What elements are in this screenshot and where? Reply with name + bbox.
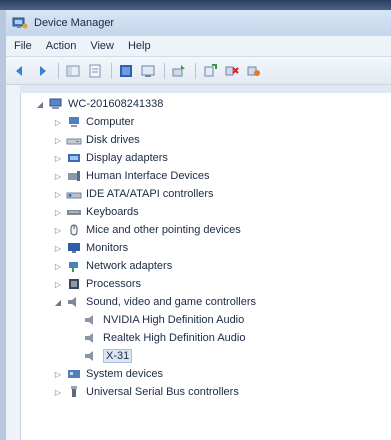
expand-arrow-icon[interactable]: ▷	[53, 261, 63, 271]
tree-item-mice[interactable]: ▷ Mice and other pointing devices	[53, 221, 241, 239]
menu-action[interactable]: Action	[39, 40, 84, 52]
tree-item-sound-video-game[interactable]: ◢ Sound, video and game controllers	[53, 293, 256, 311]
tree-root[interactable]: ◢ WC-201608241338	[35, 95, 163, 113]
usb-icon	[66, 385, 82, 399]
hid-icon	[66, 169, 82, 183]
left-pane-edge	[6, 85, 20, 440]
scan-hardware-icon[interactable]	[202, 63, 218, 79]
processor-icon	[66, 277, 82, 291]
expand-arrow-icon[interactable]: ▷	[53, 117, 63, 127]
tree-item-usb-controllers[interactable]: ▷ Universal Serial Bus controllers	[53, 383, 239, 401]
expand-arrow-icon[interactable]: ▷	[53, 387, 63, 397]
computer-icon	[66, 115, 82, 129]
menu-file[interactable]: File	[6, 40, 39, 52]
tree-item-processors[interactable]: ▷ Processors	[53, 275, 141, 293]
tree-item-ide-controllers[interactable]: ▷ IDE ATA/ATAPI controllers	[53, 185, 214, 203]
toolbar	[6, 57, 391, 85]
window-title: Device Manager	[34, 17, 115, 29]
root-computer-name: WC-201608241338	[68, 98, 164, 110]
update-driver-icon[interactable]	[171, 63, 187, 79]
title-bar: Device Manager	[6, 10, 391, 36]
tree-child-realtek-audio[interactable]: Realtek High Definition Audio	[83, 329, 245, 347]
scan-icon[interactable]	[140, 63, 156, 79]
tree-item-hid[interactable]: ▷ Human Interface Devices	[53, 167, 210, 185]
computer-root-icon	[48, 97, 64, 111]
expand-arrow-icon[interactable]: ▷	[53, 369, 63, 379]
toolbar-separator	[58, 62, 59, 79]
mouse-icon	[66, 223, 82, 237]
tree-item-computer[interactable]: ▷ Computer	[53, 113, 134, 131]
menu-view[interactable]: View	[83, 40, 121, 52]
expand-arrow-icon[interactable]: ▷	[53, 189, 63, 199]
desktop-strip	[0, 0, 391, 10]
expand-arrow-icon[interactable]: ▷	[53, 279, 63, 289]
keyboard-icon	[66, 205, 82, 219]
tree-item-monitors[interactable]: ▷ Monitors	[53, 239, 128, 257]
sound-icon	[66, 295, 82, 309]
disable-icon[interactable]	[246, 63, 262, 79]
back-icon[interactable]	[12, 63, 28, 79]
expand-arrow-icon[interactable]: ▷	[53, 243, 63, 253]
uninstall-icon[interactable]	[224, 63, 240, 79]
menu-help[interactable]: Help	[121, 40, 158, 52]
menu-bar: File Action View Help	[6, 36, 391, 57]
tree-item-network-adapters[interactable]: ▷ Network adapters	[53, 257, 172, 275]
toolbar-separator	[195, 62, 196, 79]
monitor-icon	[66, 241, 82, 255]
expand-arrow-icon[interactable]: ▷	[53, 153, 63, 163]
expand-arrow-icon[interactable]: ▷	[53, 171, 63, 181]
tree-item-keyboards[interactable]: ▷ Keyboards	[53, 203, 139, 221]
audio-device-icon	[83, 313, 99, 327]
ide-controller-icon	[66, 187, 82, 201]
show-hide-icon[interactable]	[65, 63, 81, 79]
tree-child-x31[interactable]: X-31	[83, 347, 133, 365]
display-adapter-icon	[66, 151, 82, 165]
tree-child-nvidia-audio[interactable]: NVIDIA High Definition Audio	[83, 311, 244, 329]
collapse-arrow-icon[interactable]: ◢	[35, 99, 45, 109]
collapse-arrow-icon[interactable]: ◢	[53, 297, 63, 307]
network-adapter-icon	[66, 259, 82, 273]
expand-arrow-icon[interactable]: ▷	[53, 207, 63, 217]
toolbar-separator	[164, 62, 165, 79]
device-tree: ◢ WC-201608241338 ▷ Computer ▷ Disk driv…	[20, 93, 391, 440]
device-manager-icon	[12, 16, 28, 30]
forward-icon[interactable]	[34, 63, 50, 79]
audio-device-icon	[83, 331, 99, 345]
toolbar-separator	[111, 62, 112, 79]
expand-arrow-icon[interactable]: ▷	[53, 135, 63, 145]
system-devices-icon	[66, 367, 82, 381]
expand-arrow-icon[interactable]: ▷	[53, 225, 63, 235]
properties-icon[interactable]	[87, 63, 103, 79]
tree-item-system-devices[interactable]: ▷ System devices	[53, 365, 163, 383]
help-icon[interactable]	[118, 63, 134, 79]
disk-drive-icon	[66, 133, 82, 147]
tree-item-display-adapters[interactable]: ▷ Display adapters	[53, 149, 168, 167]
audio-device-icon	[83, 349, 99, 363]
tree-item-disk-drives[interactable]: ▷ Disk drives	[53, 131, 140, 149]
